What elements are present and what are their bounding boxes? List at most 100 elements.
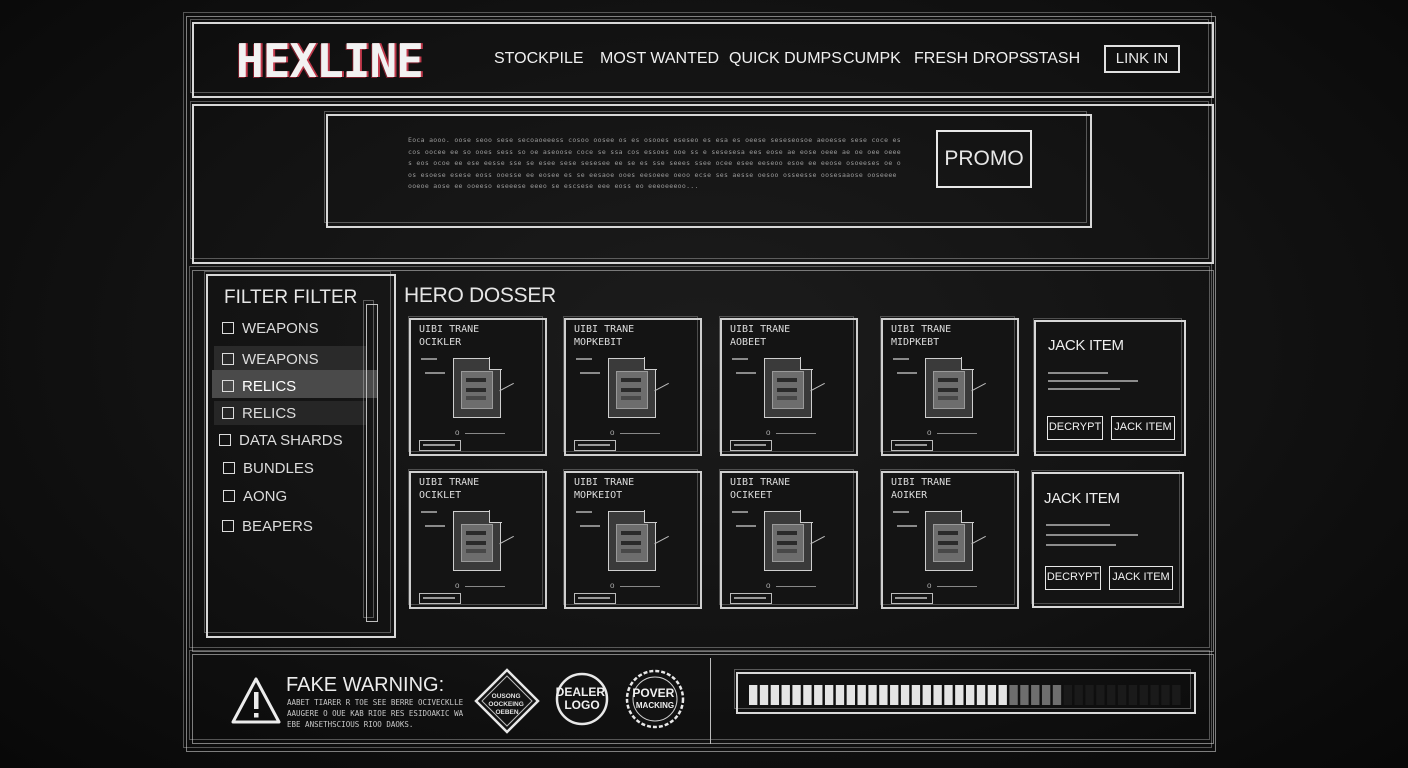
checkbox-icon[interactable] — [222, 407, 234, 419]
card-tag[interactable] — [891, 593, 933, 604]
nav-cumpk[interactable]: CUMPK — [843, 50, 901, 68]
document-icon — [608, 357, 657, 418]
detail-line — [1046, 544, 1116, 546]
price-line — [465, 433, 505, 434]
progress-segment-filled — [976, 685, 986, 705]
scribble-mark — [499, 382, 519, 401]
jack-item-button[interactable]: JACK ITEM — [1109, 566, 1173, 590]
progress-segment-filled — [835, 685, 845, 705]
card-tag[interactable] — [574, 440, 616, 451]
card-tag[interactable] — [419, 440, 461, 451]
item-card[interactable]: UIBI TRANE OCIKEET o — [719, 469, 858, 609]
progress-segment-empty — [1150, 685, 1159, 705]
progress-segment-filled — [911, 685, 921, 705]
progress-segment-filled — [998, 685, 1007, 705]
document-image — [933, 371, 965, 409]
detail-line — [1048, 372, 1108, 374]
document-icon — [764, 510, 813, 571]
card-tag[interactable] — [730, 593, 772, 604]
item-card[interactable]: UIBI TRANE AOIKER o — [880, 469, 1019, 609]
checkbox-icon[interactable] — [222, 322, 234, 334]
checkbox-icon[interactable] — [223, 462, 235, 474]
nav-quick-dumps[interactable]: QUICK DUMPS — [729, 50, 842, 68]
card-tag[interactable] — [419, 593, 461, 604]
filter-item-relics-2[interactable]: RELICS — [222, 405, 296, 422]
card-subtitle: MIDPKEBT — [891, 337, 940, 348]
badge-line: POVER — [632, 686, 674, 700]
jack-item-button[interactable]: JACK ITEM — [1111, 416, 1175, 440]
nav-stash[interactable]: STASH — [1028, 50, 1080, 68]
checkbox-icon[interactable] — [222, 520, 234, 532]
card-meta — [736, 525, 756, 527]
card-meta — [421, 511, 437, 513]
filter-item-beapers[interactable]: BEAPERS — [222, 518, 313, 535]
document-image — [933, 524, 965, 562]
decrypt-button[interactable]: DECRYPT — [1045, 566, 1101, 590]
item-card[interactable]: UIBI TRANE MOPKEIOT o — [563, 469, 702, 609]
progress-segment-filled — [824, 685, 834, 705]
card-meta — [897, 372, 917, 374]
filter-label: BEAPERS — [242, 518, 313, 535]
filter-item-weapons[interactable]: WEAPONS — [222, 320, 319, 337]
progress-segment-empty — [1117, 685, 1127, 705]
document-icon — [453, 510, 502, 571]
filter-label: AONG — [243, 488, 288, 505]
jack-item-title: JACK ITEM — [1044, 490, 1120, 507]
item-card[interactable]: UIBI TRANE MOPKEBIT o — [563, 316, 702, 456]
filter-item-relics[interactable]: RELICS — [222, 378, 296, 395]
badge-line: OEBEN — [495, 709, 518, 716]
checkbox-icon[interactable] — [222, 380, 234, 392]
checkbox-icon[interactable] — [219, 434, 231, 446]
filter-item-data-shards[interactable]: DATA SHARDS — [219, 432, 343, 449]
progress-segment-filled — [759, 685, 769, 705]
card-tag[interactable] — [730, 440, 772, 451]
card-title: UIBI TRANE — [891, 324, 952, 335]
card-title: UIBI TRANE — [419, 324, 480, 335]
scribble-mark — [499, 535, 519, 554]
price-line — [465, 586, 505, 587]
promo-button[interactable]: PROMO — [936, 130, 1032, 188]
scribble-mark — [654, 382, 674, 401]
filter-item-bundles[interactable]: BUNDLES — [223, 460, 314, 477]
card-tag[interactable] — [574, 593, 616, 604]
scribble-mark — [810, 535, 830, 554]
badge-line: MACKING — [636, 701, 674, 710]
item-card[interactable]: UIBI TRANE OCIKLER o — [408, 316, 547, 456]
card-meta — [576, 358, 592, 360]
filter-item-aong[interactable]: AONG — [223, 488, 287, 505]
item-card[interactable]: UIBI TRANE AOBEET o — [719, 316, 858, 456]
login-button[interactable]: LINK IN — [1104, 45, 1180, 73]
nav-fresh-drops[interactable]: FRESH DROPS — [914, 50, 1030, 68]
filter-item-weapons-2[interactable]: WEAPONS — [222, 351, 319, 368]
card-meta — [576, 511, 592, 513]
card-subtitle: AOBEET — [730, 337, 767, 348]
progress-segment-filled — [933, 685, 942, 705]
card-subtitle: AOIKER — [891, 490, 928, 501]
progress-segment-filled — [868, 685, 877, 705]
card-meta — [425, 525, 445, 527]
sidebar-scrollbar[interactable] — [363, 300, 378, 622]
logo[interactable]: HEXLINE — [236, 34, 424, 88]
progress-segment-filled — [792, 685, 801, 705]
item-card[interactable]: UIBI TRANE OCIKLET o — [408, 469, 547, 609]
checkbox-icon[interactable] — [222, 353, 234, 365]
decrypt-button[interactable]: DECRYPT — [1047, 416, 1103, 440]
card-tag[interactable] — [891, 440, 933, 451]
price-dot: o — [766, 428, 771, 437]
card-meta — [421, 358, 437, 360]
checkbox-icon[interactable] — [223, 490, 235, 502]
progress-segment-filled — [890, 685, 899, 705]
progress-segment-filled — [846, 685, 855, 705]
item-card[interactable]: UIBI TRANE MIDPKEBT o — [880, 316, 1019, 456]
card-meta — [425, 372, 445, 374]
nav-stockpile[interactable]: STOCKPILE — [494, 50, 584, 68]
progress-segment-filled — [955, 685, 964, 705]
progress-segment-empty — [1085, 685, 1094, 705]
card-meta — [732, 358, 748, 360]
nav-most-wanted[interactable]: MOST WANTED — [600, 50, 719, 68]
progress-segment-filled — [770, 685, 780, 705]
progress-segment-empty — [1009, 685, 1018, 705]
badge-label: POVER MACKING — [632, 686, 677, 710]
progress-segment-empty — [1139, 685, 1148, 705]
filter-label: WEAPONS — [242, 320, 319, 337]
